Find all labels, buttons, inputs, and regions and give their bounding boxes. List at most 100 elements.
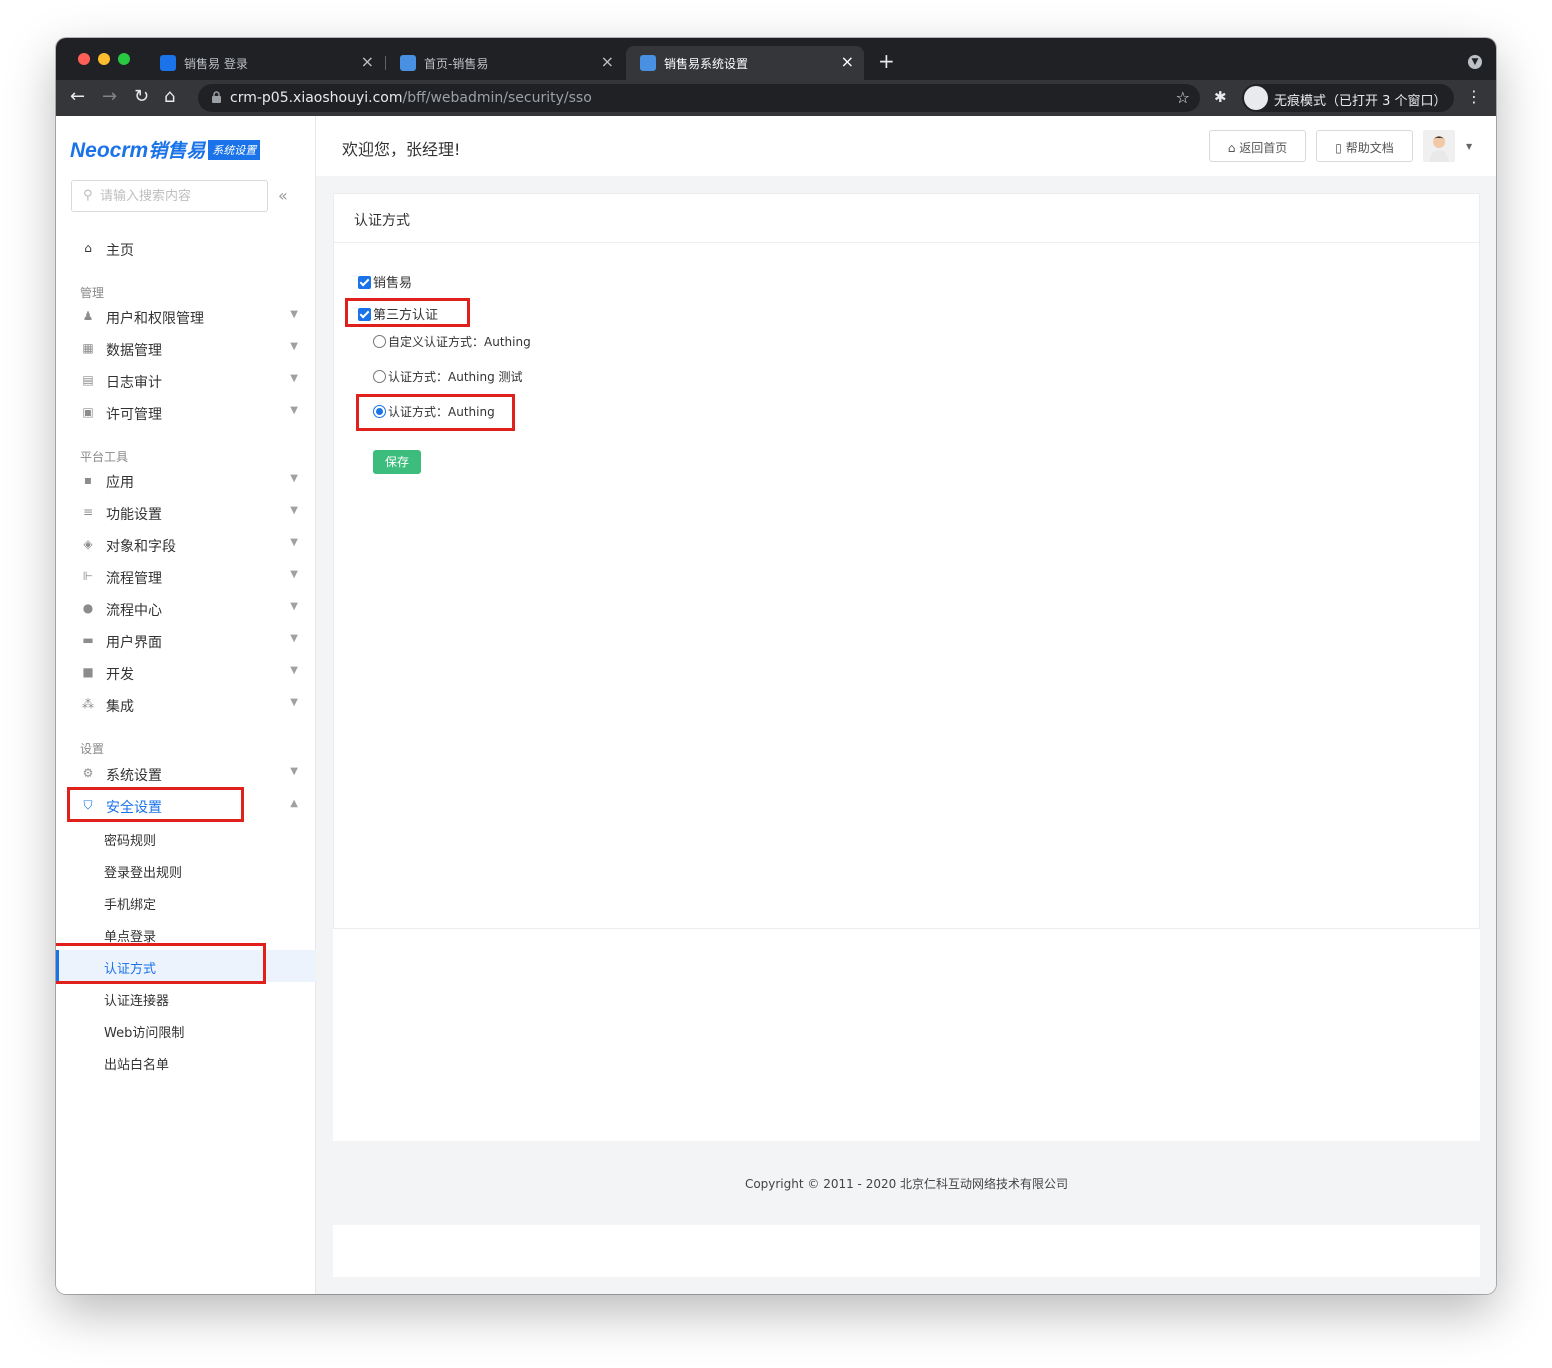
- main-content: 欢迎您，张经理! ⌂ 返回首页 ▯ 帮助文档 ▼ 认证方式 销售易 第三方认证 …: [316, 116, 1496, 1294]
- highlight-box: [356, 394, 515, 431]
- close-icon[interactable]: ×: [361, 52, 374, 71]
- incognito-indicator[interactable]: 无痕模式（已打开 3 个窗口）: [1242, 84, 1454, 112]
- app-root: Neocrm销售易系统设置 ⚲ « ⌂ 主页 管理 ♟ 用户和权限管理 ▼ ▦ …: [56, 116, 1496, 1294]
- tab-login[interactable]: 销售易 登录 ×: [146, 46, 384, 80]
- new-tab-button[interactable]: +: [878, 49, 895, 73]
- browser-menu-icon[interactable]: ⋮: [1466, 87, 1482, 106]
- bottom-area: [333, 1225, 1480, 1277]
- monitor-icon: ▬: [82, 633, 94, 647]
- radio-custom-authing[interactable]: 自定义认证方式：Authing: [373, 333, 531, 350]
- sidebar-item-label: 流程管理: [106, 571, 162, 587]
- sub-item-web-access[interactable]: Web访问限制: [56, 1014, 316, 1046]
- chevron-down-icon: ▼: [290, 697, 298, 708]
- url-text: crm-p05.xiaoshouyi.com/bff/webadmin/secu…: [230, 90, 592, 106]
- button-label: 帮助文档: [1345, 141, 1394, 155]
- tab-settings[interactable]: 销售易系统设置 ×: [626, 46, 864, 80]
- flow-icon: ⊩: [82, 569, 94, 583]
- divider: [334, 242, 1479, 243]
- maximize-window-button[interactable]: [118, 53, 130, 65]
- radio-label: 自定义认证方式：Authing: [388, 335, 531, 349]
- radio-icon[interactable]: [373, 370, 386, 383]
- sidebar-item-label: 日志审计: [106, 375, 162, 391]
- content-spacer: [333, 929, 1480, 1141]
- nav-group-settings: 设置: [80, 742, 105, 756]
- caret-down-icon[interactable]: ▼: [1466, 142, 1472, 151]
- tab-home[interactable]: 首页-销售易 ×: [386, 46, 624, 80]
- back-home-button[interactable]: ⌂ 返回首页: [1209, 130, 1306, 162]
- user-icon: ♟: [82, 309, 94, 323]
- sidebar-item-system-settings[interactable]: ⚙ 系统设置 ▼: [56, 759, 316, 789]
- chevron-down-icon: ▼: [290, 309, 298, 320]
- sidebar-item-label: 开发: [106, 667, 134, 683]
- browser-window: 销售易 登录 × 首页-销售易 × 销售易系统设置 × + ▼ ← → ↻ ⌂ …: [56, 38, 1496, 1294]
- panel-title: 认证方式: [354, 213, 410, 229]
- highlight-box: [56, 943, 266, 984]
- avatar[interactable]: [1423, 130, 1455, 162]
- home-icon[interactable]: ⌂: [164, 86, 175, 108]
- radio-icon[interactable]: [373, 335, 386, 348]
- sidebar-item-label: 用户界面: [106, 635, 162, 651]
- checkbox-label: 销售易: [373, 276, 413, 291]
- chevron-down-icon: ▼: [290, 665, 298, 676]
- sidebar-item-label: 功能设置: [106, 507, 162, 523]
- sub-item-phone-binding[interactable]: 手机绑定: [56, 886, 316, 918]
- checkbox-xiaoshouyi[interactable]: 销售易: [358, 272, 412, 291]
- sidebar-item-label: 流程中心: [106, 603, 162, 619]
- incognito-label: 无痕模式（已打开 3 个窗口）: [1274, 94, 1447, 109]
- collapse-sidebar-icon[interactable]: «: [278, 186, 288, 205]
- chevron-down-icon: ▼: [290, 766, 298, 777]
- bookmark-star-icon[interactable]: ☆: [1176, 88, 1190, 107]
- radio-authing-test[interactable]: 认证方式：Authing 测试: [373, 368, 523, 385]
- save-button[interactable]: 保存: [373, 450, 421, 474]
- sub-item-auth-connector[interactable]: 认证连接器: [56, 982, 316, 1014]
- sidebar-item-audit[interactable]: ▤ 日志审计 ▼: [56, 366, 316, 396]
- sidebar-item-dev[interactable]: ■ 开发 ▼: [56, 658, 316, 688]
- home-icon: ⌂: [84, 241, 92, 255]
- sidebar-item-label: 应用: [106, 475, 134, 491]
- sidebar-item-label: 许可管理: [106, 407, 162, 423]
- forward-icon[interactable]: →: [102, 86, 117, 108]
- sidebar-item-ui[interactable]: ▬ 用户界面 ▼: [56, 626, 316, 656]
- sidebar-item-objects[interactable]: ◈ 对象和字段 ▼: [56, 530, 316, 560]
- tab-search-icon[interactable]: ▼: [1468, 55, 1482, 69]
- checkbox-checked-icon[interactable]: [358, 276, 371, 289]
- sub-item-label: Web访问限制: [104, 1026, 185, 1041]
- sidebar-item-features[interactable]: ≡ 功能设置 ▼: [56, 498, 316, 528]
- sub-item-login-rules[interactable]: 登录登出规则: [56, 854, 316, 886]
- lock-icon: [212, 91, 221, 103]
- close-window-button[interactable]: [78, 53, 90, 65]
- search-icon: ⚲: [83, 188, 93, 203]
- url-path: /bff/webadmin/security/sso: [402, 90, 592, 106]
- sidebar-item-label: 数据管理: [106, 343, 162, 359]
- sidebar-item-label: 对象和字段: [106, 539, 176, 555]
- back-icon[interactable]: ←: [70, 86, 85, 108]
- reload-icon[interactable]: ↻: [134, 86, 149, 108]
- chevron-down-icon: ▼: [290, 505, 298, 516]
- extensions-puzzle-icon[interactable]: ✱: [1214, 88, 1227, 106]
- sidebar-item-home[interactable]: ⌂ 主页: [56, 234, 316, 264]
- lock-icon: ▣: [82, 405, 94, 419]
- logo-badge: 系统设置: [208, 140, 261, 160]
- sub-item-outbound-whitelist[interactable]: 出站白名单: [56, 1046, 316, 1078]
- sliders-icon: ≡: [82, 505, 94, 519]
- close-icon[interactable]: ×: [601, 52, 614, 71]
- minimize-window-button[interactable]: [98, 53, 110, 65]
- sidebar-item-license[interactable]: ▣ 许可管理 ▼: [56, 398, 316, 428]
- search-input[interactable]: [100, 186, 260, 206]
- tab-strip: 销售易 登录 × 首页-销售易 × 销售易系统设置 × + ▼: [56, 38, 1496, 80]
- address-bar[interactable]: crm-p05.xiaoshouyi.com/bff/webadmin/secu…: [198, 84, 1200, 112]
- chevron-down-icon: ▼: [290, 341, 298, 352]
- sub-item-label: 登录登出规则: [104, 866, 183, 881]
- sidebar-item-apps[interactable]: ▪ 应用 ▼: [56, 466, 316, 496]
- sidebar-item-integration[interactable]: ⁂ 集成 ▼: [56, 690, 316, 720]
- sidebar-item-users[interactable]: ♟ 用户和权限管理 ▼: [56, 302, 316, 332]
- chevron-down-icon: ▼: [290, 537, 298, 548]
- close-icon[interactable]: ×: [841, 52, 854, 71]
- sidebar-item-data[interactable]: ▦ 数据管理 ▼: [56, 334, 316, 364]
- sidebar-item-label: 系统设置: [106, 768, 162, 784]
- favicon-icon: [640, 55, 656, 71]
- sidebar-item-workflow[interactable]: ⊩ 流程管理 ▼: [56, 562, 316, 592]
- help-docs-button[interactable]: ▯ 帮助文档: [1316, 130, 1413, 162]
- sidebar-item-workflow-center[interactable]: ● 流程中心 ▼: [56, 594, 316, 624]
- sub-item-password-rules[interactable]: 密码规则: [56, 822, 316, 854]
